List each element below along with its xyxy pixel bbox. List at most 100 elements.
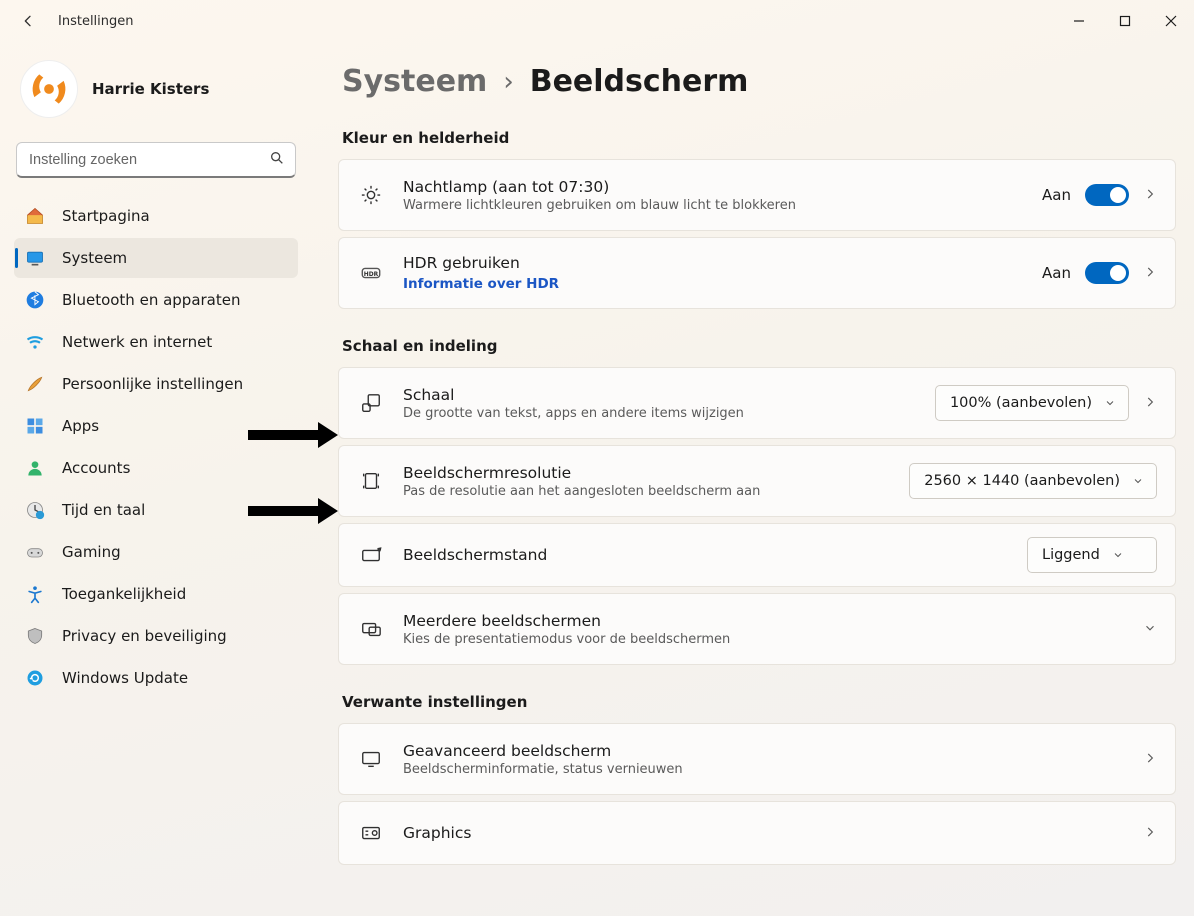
row-title: Beeldschermresolutie [403, 464, 909, 482]
orientation-select[interactable]: Liggend [1027, 537, 1157, 573]
brush-icon [24, 373, 46, 395]
sidebar-item-systeem[interactable]: Systeem [14, 238, 298, 278]
row-subtitle: Beeldscherminformatie, status vernieuwen [403, 762, 1143, 777]
breadcrumb-level2: Beeldscherm [530, 64, 749, 99]
home-icon [24, 205, 46, 227]
advanced-display-icon [357, 748, 385, 770]
sidebar-item-privacy[interactable]: Privacy en beveiliging [14, 616, 298, 656]
chevron-down-icon [1143, 620, 1157, 639]
chevron-down-icon [1104, 397, 1116, 409]
sidebar-item-accounts[interactable]: Accounts [14, 448, 298, 488]
card-schaal[interactable]: Schaal De grootte van tekst, apps en and… [338, 367, 1176, 439]
time-language-icon [24, 499, 46, 521]
window-maximize-button[interactable] [1102, 3, 1148, 39]
apps-icon [24, 415, 46, 437]
chevron-right-icon [1143, 186, 1157, 205]
row-subtitle: Pas de resolutie aan het aangesloten bee… [403, 484, 909, 499]
row-subtitle: De grootte van tekst, apps en andere ite… [403, 406, 935, 421]
system-icon [24, 247, 46, 269]
hdr-info-link[interactable]: Informatie over HDR [403, 276, 1042, 292]
card-resolutie[interactable]: Beeldschermresolutie Pas de resolutie aa… [338, 445, 1176, 517]
sidebar-item-personalisatie[interactable]: Persoonlijke instellingen [14, 364, 298, 404]
orientation-icon [357, 544, 385, 566]
row-title: Graphics [403, 824, 1143, 842]
sidebar-item-startpagina[interactable]: Startpagina [14, 196, 298, 236]
window-close-button[interactable] [1148, 3, 1194, 39]
breadcrumb-level1[interactable]: Systeem [342, 64, 487, 99]
sidebar-item-toegankelijkheid[interactable]: Toegankelijkheid [14, 574, 298, 614]
card-meerdere-beeldschermen[interactable]: Meerdere beeldschermen Kies de presentat… [338, 593, 1176, 665]
hdr-icon: HDR [357, 262, 385, 284]
sidebar-item-label: Windows Update [62, 669, 188, 687]
row-title: HDR gebruiken [403, 254, 1042, 272]
card-hdr[interactable]: HDR HDR gebruiken Informatie over HDR Aa… [338, 237, 1176, 309]
chevron-right-icon [1143, 264, 1157, 283]
row-title: Beeldschermstand [403, 546, 1027, 564]
chevron-right-icon [1143, 824, 1157, 843]
sidebar-item-label: Startpagina [62, 207, 150, 225]
section-heading-related: Verwante instellingen [338, 687, 1176, 723]
search-box[interactable] [16, 142, 296, 178]
sidebar-item-label: Apps [62, 417, 99, 435]
row-title: Meerdere beeldschermen [403, 612, 1143, 630]
resolution-select[interactable]: 2560 × 1440 (aanbevolen) [909, 463, 1157, 499]
gaming-icon [24, 541, 46, 563]
section-heading-scale: Schaal en indeling [338, 331, 1176, 367]
card-graphics[interactable]: Graphics [338, 801, 1176, 865]
search-icon [269, 150, 285, 170]
accessibility-icon [24, 583, 46, 605]
sidebar-item-tijd-taal[interactable]: Tijd en taal [14, 490, 298, 530]
sidebar-item-label: Gaming [62, 543, 121, 561]
sidebar-item-netwerk[interactable]: Netwerk en internet [14, 322, 298, 362]
row-subtitle: Warmere lichtkleuren gebruiken om blauw … [403, 198, 1042, 213]
sidebar-item-label: Accounts [62, 459, 130, 477]
scale-icon [357, 392, 385, 414]
avatar [20, 60, 78, 118]
sidebar-item-label: Tijd en taal [62, 501, 145, 519]
wifi-icon [24, 331, 46, 353]
resolution-icon [357, 470, 385, 492]
sidebar-item-label: Toegankelijkheid [62, 585, 186, 603]
nightlight-icon [357, 184, 385, 206]
bluetooth-icon [24, 289, 46, 311]
chevron-down-icon [1132, 475, 1144, 487]
sidebar-item-label: Netwerk en internet [62, 333, 212, 351]
sidebar-item-label: Privacy en beveiliging [62, 627, 227, 645]
sidebar-item-windows-update[interactable]: Windows Update [14, 658, 298, 698]
svg-text:HDR: HDR [364, 271, 379, 278]
app-title: Instellingen [58, 14, 134, 29]
row-subtitle: Kies de presentatiemodus voor de beeldsc… [403, 632, 1143, 647]
search-input[interactable] [29, 152, 269, 168]
back-button[interactable] [8, 3, 48, 39]
update-icon [24, 667, 46, 689]
row-title: Geavanceerd beeldscherm [403, 742, 1143, 760]
nightlight-toggle[interactable] [1085, 184, 1129, 206]
toggle-status: Aan [1042, 264, 1071, 282]
window-minimize-button[interactable] [1056, 3, 1102, 39]
chevron-right-icon: › [503, 67, 513, 97]
shield-icon [24, 625, 46, 647]
breadcrumb: Systeem › Beeldscherm [338, 50, 1176, 123]
scale-select[interactable]: 100% (aanbevolen) [935, 385, 1129, 421]
profile-name: Harrie Kisters [92, 80, 209, 98]
hdr-toggle[interactable] [1085, 262, 1129, 284]
sidebar-item-label: Persoonlijke instellingen [62, 375, 243, 393]
section-heading-brightness: Kleur en helderheid [338, 123, 1176, 159]
select-value: Liggend [1042, 547, 1100, 563]
graphics-icon [357, 822, 385, 844]
sidebar-item-bluetooth[interactable]: Bluetooth en apparaten [14, 280, 298, 320]
profile-block[interactable]: Harrie Kisters [14, 50, 304, 138]
toggle-status: Aan [1042, 186, 1071, 204]
chevron-right-icon [1143, 750, 1157, 769]
sidebar-item-apps[interactable]: Apps [14, 406, 298, 446]
card-nightlight[interactable]: Nachtlamp (aan tot 07:30) Warmere lichtk… [338, 159, 1176, 231]
chevron-down-icon [1112, 549, 1124, 561]
sidebar-item-label: Bluetooth en apparaten [62, 291, 241, 309]
select-value: 100% (aanbevolen) [950, 395, 1092, 411]
sidebar-item-gaming[interactable]: Gaming [14, 532, 298, 572]
multi-display-icon [357, 618, 385, 640]
accounts-icon [24, 457, 46, 479]
row-title: Schaal [403, 386, 935, 404]
card-orientatie[interactable]: Beeldschermstand Liggend [338, 523, 1176, 587]
card-geavanceerd-beeldscherm[interactable]: Geavanceerd beeldscherm Beeldscherminfor… [338, 723, 1176, 795]
